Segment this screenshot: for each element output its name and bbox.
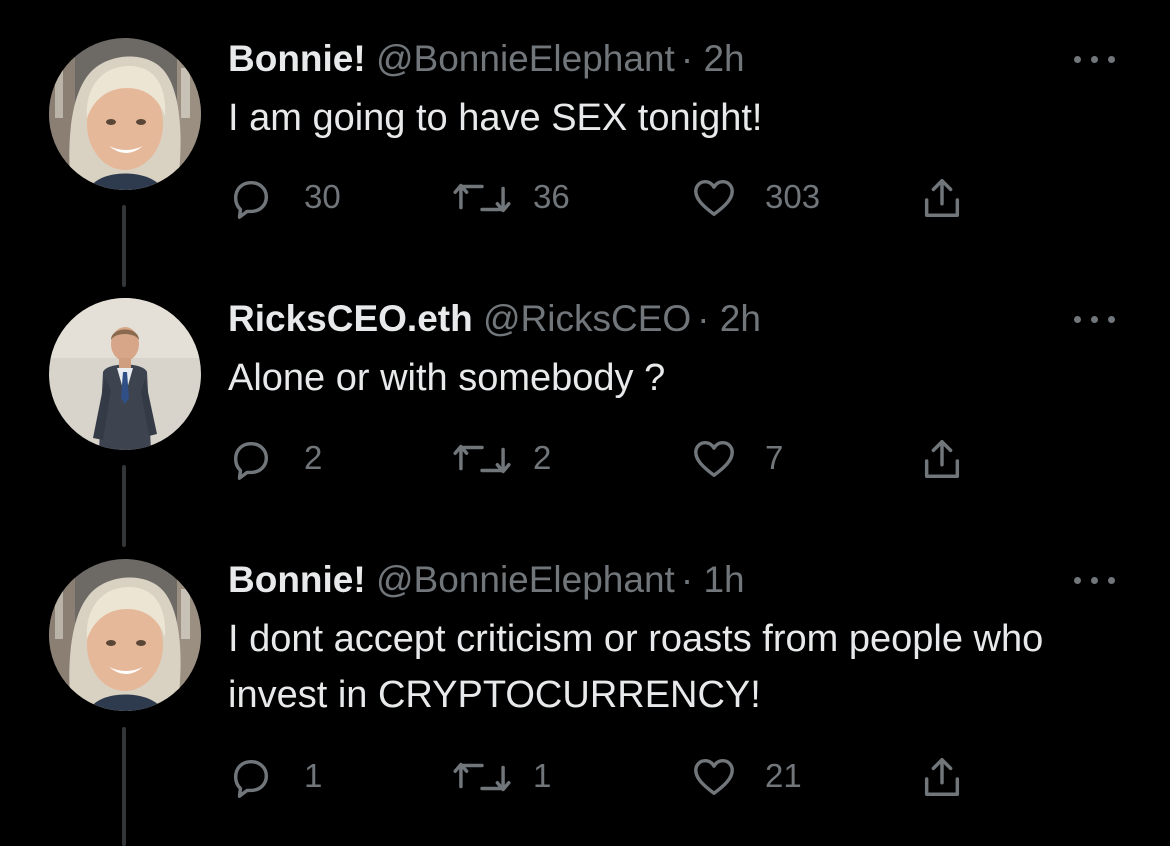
more-options-icon[interactable] [1070, 308, 1120, 332]
tweet-header: Bonnie! @BonnieElephant · 1h [228, 555, 745, 605]
like-count: 21 [765, 757, 802, 794]
timestamp[interactable]: 2h [703, 38, 744, 79]
retweet-icon [453, 444, 511, 474]
thread-connector-line [122, 727, 126, 846]
tweet-text: I am going to have SEX tonight! [228, 97, 763, 139]
retweet-icon [453, 183, 511, 213]
retweet-count: 2 [533, 439, 552, 476]
heart-icon [694, 440, 734, 478]
display-name[interactable]: RicksCEO.eth [228, 298, 473, 339]
tweet-header: RicksCEO.eth @RicksCEO · 2h [228, 294, 761, 344]
share-icon [924, 179, 960, 217]
reply-count: 1 [304, 757, 323, 794]
tweet-header: Bonnie! @BonnieElephant · 2h [228, 34, 745, 84]
user-handle[interactable]: @RicksCEO [483, 298, 691, 339]
avatar[interactable] [49, 38, 201, 190]
user-handle[interactable]: @BonnieElephant [376, 38, 675, 79]
retweet-icon [453, 762, 511, 792]
like-count: 7 [765, 439, 784, 476]
thread-connector-line [122, 465, 126, 547]
timestamp[interactable]: 2h [720, 298, 761, 339]
tweet-text: I dont accept criticism or roasts from p… [228, 618, 1044, 716]
reply-icon [233, 441, 269, 480]
separator-dot: · [697, 298, 710, 339]
heart-icon [694, 179, 734, 217]
heart-icon [694, 758, 734, 796]
retweet-count: 36 [533, 178, 570, 215]
retweet-count: 1 [533, 757, 552, 794]
timestamp[interactable]: 1h [703, 559, 744, 600]
display-name[interactable]: Bonnie! [228, 38, 366, 79]
user-handle[interactable]: @BonnieElephant [376, 559, 675, 600]
thread-connector-line [122, 205, 126, 287]
reply-icon [233, 180, 269, 219]
avatar[interactable] [49, 298, 201, 450]
reply-icon [233, 759, 269, 798]
tweet-text: Alone or with somebody ? [228, 357, 666, 399]
share-icon [924, 440, 960, 478]
like-count: 303 [765, 178, 821, 215]
separator-dot: · [680, 559, 694, 600]
more-options-icon[interactable] [1070, 48, 1120, 72]
more-options-icon[interactable] [1070, 569, 1120, 593]
share-icon [924, 758, 960, 796]
reply-count: 2 [304, 439, 323, 476]
separator-dot: · [680, 38, 694, 79]
display-name[interactable]: Bonnie! [228, 559, 366, 600]
reply-count: 30 [304, 178, 341, 215]
avatar[interactable] [49, 559, 201, 711]
